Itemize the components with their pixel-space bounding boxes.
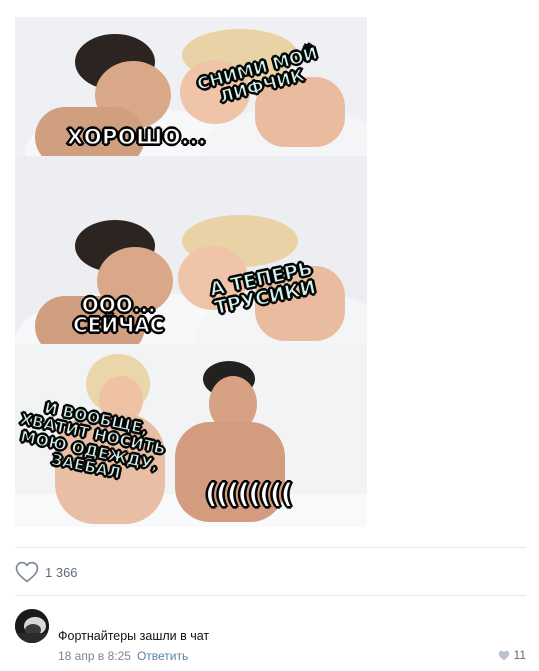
panel-1-left-caption: ХОРОШО...: [66, 125, 207, 149]
avatar[interactable]: [15, 609, 49, 643]
comment-meta: 18 апр в 8:25 Ответить: [58, 649, 188, 663]
panel-2-left-caption: ООО... СЕЙЧАС: [72, 293, 165, 337]
comment-like-count: 11: [513, 648, 526, 662]
panel-3-right-caption: ((((((((: [204, 477, 294, 510]
comment-item: Фортнайтеры зашли в чат 18 апр в 8:25 Отв…: [15, 609, 526, 665]
avatar-image: [15, 609, 49, 643]
comments-divider: [15, 595, 526, 596]
panel-2-illustration: [15, 156, 367, 344]
heart-filled-icon: [498, 650, 509, 660]
meme-image[interactable]: ХОРОШО... СНИМИ МОЙ ЛИФЧИК ООО... СЕЙЧАС…: [15, 17, 367, 527]
panel-2-left-caption-line2: СЕЙЧАС: [72, 313, 165, 337]
comment-date[interactable]: 18 апр в 8:25: [58, 649, 131, 663]
heart-outline-icon: [15, 561, 39, 583]
reply-button[interactable]: Ответить: [137, 649, 188, 663]
meme-panel-2: ООО... СЕЙЧАС А ТЕПЕРЬ ТРУСИКИ: [15, 156, 367, 344]
meme-panel-3: И ВООБЩЕ, ХВАТИТ НОСИТЬ МОЮ ОДЕЖДУ, ЗАЕБ…: [15, 344, 367, 527]
meme-panel-1: ХОРОШО... СНИМИ МОЙ ЛИФЧИК: [15, 17, 367, 156]
post-like-count: 1 366: [45, 564, 78, 580]
panel-2-left-caption-line1: ООО...: [81, 293, 156, 317]
post-like-button[interactable]: 1 366: [15, 561, 78, 583]
post-divider: [15, 547, 526, 548]
comment-text: Фортнайтеры зашли в чат: [58, 629, 210, 643]
comment-like-button[interactable]: 11: [498, 648, 526, 662]
